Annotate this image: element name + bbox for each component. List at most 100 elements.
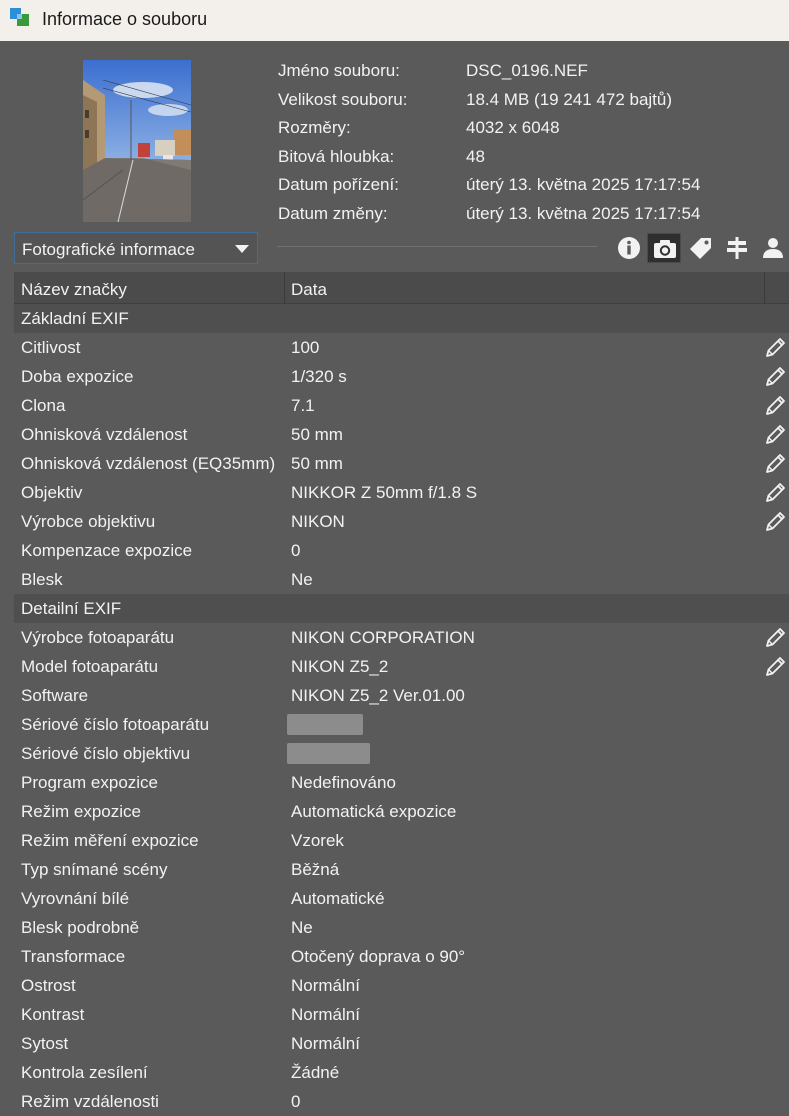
tag-name-cell: Kontrast: [21, 1005, 85, 1024]
user-button[interactable]: [756, 233, 789, 263]
table-row[interactable]: Režim expozice Automatická expozice: [14, 797, 789, 826]
table-header: Název značky Data: [14, 272, 789, 304]
info-row-date-modified: Datum změny: úterý 13. května 2025 17:17…: [278, 204, 758, 232]
tag-name-cell: Kompenzace expozice: [21, 541, 193, 560]
table-row[interactable]: Doba expozice 1/320 s: [14, 362, 789, 391]
table-row[interactable]: Ohnisková vzdálenost (EQ35mm) 50 mm: [14, 449, 789, 478]
table-row[interactable]: Vyrovnání bílé Automatické: [14, 884, 789, 913]
table-row[interactable]: Blesk Ne: [14, 565, 789, 594]
tag-value-cell: Ne: [291, 918, 313, 937]
tag-name-cell: Sériové číslo objektivu: [21, 744, 191, 763]
tag-name-cell: Objektiv: [21, 483, 83, 502]
info-row-bit-depth: Bitová hloubka: 48: [278, 147, 758, 175]
info-value: 48: [466, 146, 485, 166]
column-divider[interactable]: [764, 272, 765, 304]
group-label: Základní EXIF: [21, 309, 129, 328]
column-divider[interactable]: [284, 272, 285, 304]
table-row[interactable]: Výrobce objektivu NIKON: [14, 507, 789, 536]
chevron-down-icon: [235, 245, 249, 253]
tag-name-cell: Blesk podrobně: [21, 918, 140, 937]
table-row[interactable]: Sytost Normální: [14, 1029, 789, 1058]
toolbar-divider: [277, 246, 597, 247]
column-header-data[interactable]: Data: [291, 280, 327, 300]
edit-pencil-icon[interactable]: [764, 451, 788, 475]
table-row[interactable]: Kontrast Normální: [14, 1000, 789, 1029]
tag-value-cell: 1/320 s: [291, 367, 347, 386]
info-row-date-taken: Datum pořízení: úterý 13. května 2025 17…: [278, 175, 758, 203]
edit-pencil-icon[interactable]: [764, 654, 788, 678]
table-row[interactable]: Ohnisková vzdálenost 50 mm: [14, 420, 789, 449]
signpost-button[interactable]: [720, 233, 754, 263]
table-row[interactable]: Citlivost 100: [14, 333, 789, 362]
tag-value-cell: Automatická expozice: [291, 802, 457, 821]
column-header-name[interactable]: Název značky: [21, 280, 127, 300]
group-label: Detailní EXIF: [21, 599, 122, 618]
tag-name-cell: Clona: [21, 396, 66, 415]
tag-value-cell: Nedefinováno: [291, 773, 396, 792]
tag-name-cell: Vyrovnání bílé: [21, 889, 130, 908]
table-row[interactable]: Výrobce fotoaparátu NIKON CORPORATION: [14, 623, 789, 652]
tag-name-cell: Režim měření expozice: [21, 831, 199, 850]
table-row[interactable]: Clona 7.1: [14, 391, 789, 420]
edit-pencil-icon[interactable]: [764, 625, 788, 649]
tag-value-cell: 0: [291, 1092, 301, 1111]
info-value: DSC_0196.NEF: [466, 61, 588, 80]
info-category-dropdown[interactable]: Fotografické informace: [14, 232, 258, 264]
tag-icon: [690, 238, 711, 259]
tag-name-cell: Výrobce fotoaparátu: [21, 628, 175, 647]
camera-button[interactable]: [647, 233, 681, 263]
user-icon: [763, 238, 783, 258]
info-label: Datum změny:: [278, 203, 388, 223]
tag-value-cell: Žádné: [291, 1063, 340, 1082]
table-row[interactable]: Sériové číslo objektivu: [14, 739, 789, 768]
redacted-value: [287, 743, 370, 764]
redacted-value: [287, 714, 363, 735]
edit-pencil-icon[interactable]: [764, 335, 788, 359]
table-row[interactable]: Software NIKON Z5_2 Ver.01.00: [14, 681, 789, 710]
info-value: 4032 x 6048: [466, 118, 560, 137]
table-row[interactable]: Režim měření expozice Vzorek: [14, 826, 789, 855]
signpost-icon: [727, 237, 747, 259]
tag-value-cell: Normální: [291, 1005, 360, 1024]
tag-name-cell: Režim vzdálenosti: [21, 1092, 159, 1111]
edit-pencil-icon[interactable]: [764, 509, 788, 533]
tag-value-cell: 0: [291, 541, 301, 560]
table-row[interactable]: Program expozice Nedefinováno: [14, 768, 789, 797]
tag-value-cell: 50 mm: [291, 454, 343, 473]
tag-value-cell: NIKON Z5_2: [291, 657, 389, 676]
tag-name-cell: Typ snímané scény: [21, 860, 168, 879]
table-row[interactable]: Model fotoaparátu NIKON Z5_2: [14, 652, 789, 681]
tag-button[interactable]: [684, 233, 718, 263]
edit-pencil-icon[interactable]: [764, 480, 788, 504]
tag-name-cell: Režim expozice: [21, 802, 141, 821]
table-row[interactable]: Blesk podrobně Ne: [14, 913, 789, 942]
edit-pencil-icon[interactable]: [764, 393, 788, 417]
table-row[interactable]: Transformace Otočený doprava o 90°: [14, 942, 789, 971]
tag-name-cell: Doba expozice: [21, 367, 134, 386]
table-row[interactable]: Kontrola zesílení Žádné: [14, 1058, 789, 1087]
window-title: Informace o souboru: [42, 9, 208, 29]
tag-value-cell: NIKKOR Z 50mm f/1.8 S: [291, 483, 478, 502]
info-value: 18.4 MB (19 241 472 bajtů): [466, 89, 673, 109]
tag-name-cell: Výrobce objektivu: [21, 512, 156, 531]
edit-pencil-icon[interactable]: [764, 422, 788, 446]
info-row-filesize: Velikost souboru: 18.4 MB (19 241 472 ba…: [278, 90, 758, 118]
table-row[interactable]: Typ snímané scény Běžná: [14, 855, 789, 884]
camera-icon: [654, 240, 676, 258]
table-row[interactable]: Ostrost Normální: [14, 971, 789, 1000]
tag-name-cell: Program expozice: [21, 773, 159, 792]
table-row[interactable]: Sériové číslo fotoaparátu: [14, 710, 789, 739]
table-row[interactable]: Objektiv NIKKOR Z 50mm f/1.8 S: [14, 478, 789, 507]
info-button[interactable]: [612, 233, 646, 263]
dropdown-selected-label: Fotografické informace: [22, 240, 195, 259]
edit-pencil-icon[interactable]: [764, 364, 788, 388]
tag-value-cell: Normální: [291, 1034, 360, 1053]
tag-name-cell: Model fotoaparátu: [21, 657, 159, 676]
tag-value-cell: 100: [291, 338, 320, 357]
table-row[interactable]: Režim vzdálenosti 0: [14, 1087, 789, 1116]
tag-name-cell: Ohnisková vzdálenost (EQ35mm): [21, 454, 276, 473]
table-row[interactable]: Kompenzace expozice 0: [14, 536, 789, 565]
table-group-row: Detailní EXIF: [14, 594, 789, 623]
info-value: úterý 13. května 2025 17:17:54: [466, 175, 701, 194]
info-label: Datum pořízení:: [278, 175, 399, 194]
